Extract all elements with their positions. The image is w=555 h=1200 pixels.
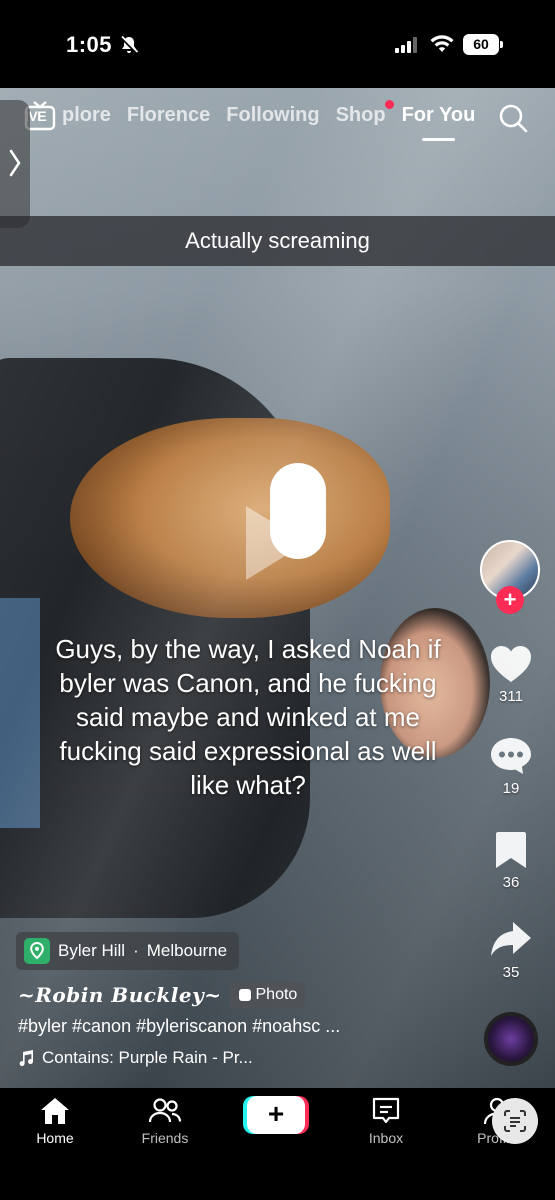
- location-separator: ·: [133, 941, 139, 960]
- like-button[interactable]: 311: [478, 644, 544, 705]
- tab-shop-label: Shop: [335, 104, 386, 126]
- tab-florence[interactable]: Florence: [127, 104, 210, 127]
- share-count: 35: [502, 964, 520, 981]
- notification-dot: [384, 100, 394, 109]
- tab-friends[interactable]: Friends: [120, 1096, 210, 1146]
- location-city: Melbourne: [146, 941, 228, 960]
- like-count: 311: [499, 688, 523, 705]
- bell-slash-icon: [119, 35, 139, 55]
- photo-icon: [238, 989, 251, 1001]
- wifi-icon: [430, 35, 454, 52]
- hashtags[interactable]: #byler #canon #byleriscanon #noahsc ...: [18, 1016, 340, 1037]
- tab-inbox-label: Inbox: [368, 1130, 404, 1146]
- comment-icon: [491, 738, 531, 774]
- music-note-icon: [19, 1050, 34, 1067]
- save-count: 36: [502, 874, 520, 891]
- status-bar: 1:05 60: [0, 0, 555, 88]
- feed-tabs: plore Florence Following Shop For You: [62, 100, 475, 141]
- video-overlay-text: Guys, by the way, I asked Noah if byler …: [55, 634, 441, 800]
- share-button[interactable]: 35: [478, 920, 544, 981]
- tab-inbox[interactable]: Inbox: [341, 1096, 431, 1146]
- create-button[interactable]: +: [247, 1096, 305, 1134]
- battery-indicator: 60: [463, 34, 503, 55]
- status-time: 1:05: [66, 32, 113, 57]
- photo-badge: Photo: [229, 982, 306, 1008]
- comment-count: 19: [502, 780, 520, 797]
- tab-explore[interactable]: plore: [62, 104, 111, 127]
- tab-shop[interactable]: Shop: [335, 100, 394, 127]
- tab-friends-label: Friends: [141, 1130, 189, 1146]
- music-title: Contains: Purple Rain - Pr...: [42, 1048, 253, 1067]
- top-nav: IVE plore Florence Following Shop For Yo…: [0, 88, 555, 148]
- location-tag[interactable]: Byler Hill · Melbourne: [16, 932, 240, 970]
- comment-button[interactable]: 19: [478, 736, 544, 797]
- follow-button[interactable]: +: [496, 586, 524, 614]
- inbox-icon: [372, 1097, 400, 1124]
- location-pin-icon: [24, 938, 50, 964]
- friends-icon: [148, 1098, 182, 1123]
- caption-banner: Actually screaming: [0, 216, 555, 266]
- chevron-right-icon: [9, 149, 21, 177]
- cellular-signal-icon: [395, 37, 417, 53]
- scan-button[interactable]: [492, 1098, 538, 1144]
- side-drawer-handle[interactable]: [0, 100, 30, 228]
- home-icon: [41, 1098, 69, 1124]
- tab-following[interactable]: Following: [226, 104, 319, 127]
- heart-icon: [491, 646, 531, 682]
- tab-home-label: Home: [36, 1130, 74, 1146]
- music-disc[interactable]: [484, 1012, 538, 1066]
- scan-icon: [504, 1110, 526, 1132]
- photo-badge-label: Photo: [255, 986, 298, 1003]
- tab-for-you[interactable]: For You: [402, 104, 475, 141]
- save-button[interactable]: 36: [478, 830, 544, 891]
- bookmark-icon: [496, 832, 526, 868]
- author-row: ~Robin Buckley~ Photo: [18, 982, 306, 1008]
- play-icon[interactable]: [246, 506, 306, 580]
- username[interactable]: ~Robin Buckley~: [18, 983, 222, 1007]
- location-name: Byler Hill: [58, 941, 126, 960]
- music-info[interactable]: Contains: Purple Rain - Pr...: [18, 1048, 253, 1068]
- share-arrow-icon: [491, 922, 531, 956]
- bottom-tab-bar: Home Friends + Inbox Profile: [0, 1088, 555, 1200]
- search-icon[interactable]: [497, 102, 529, 134]
- tab-home[interactable]: Home: [10, 1096, 100, 1146]
